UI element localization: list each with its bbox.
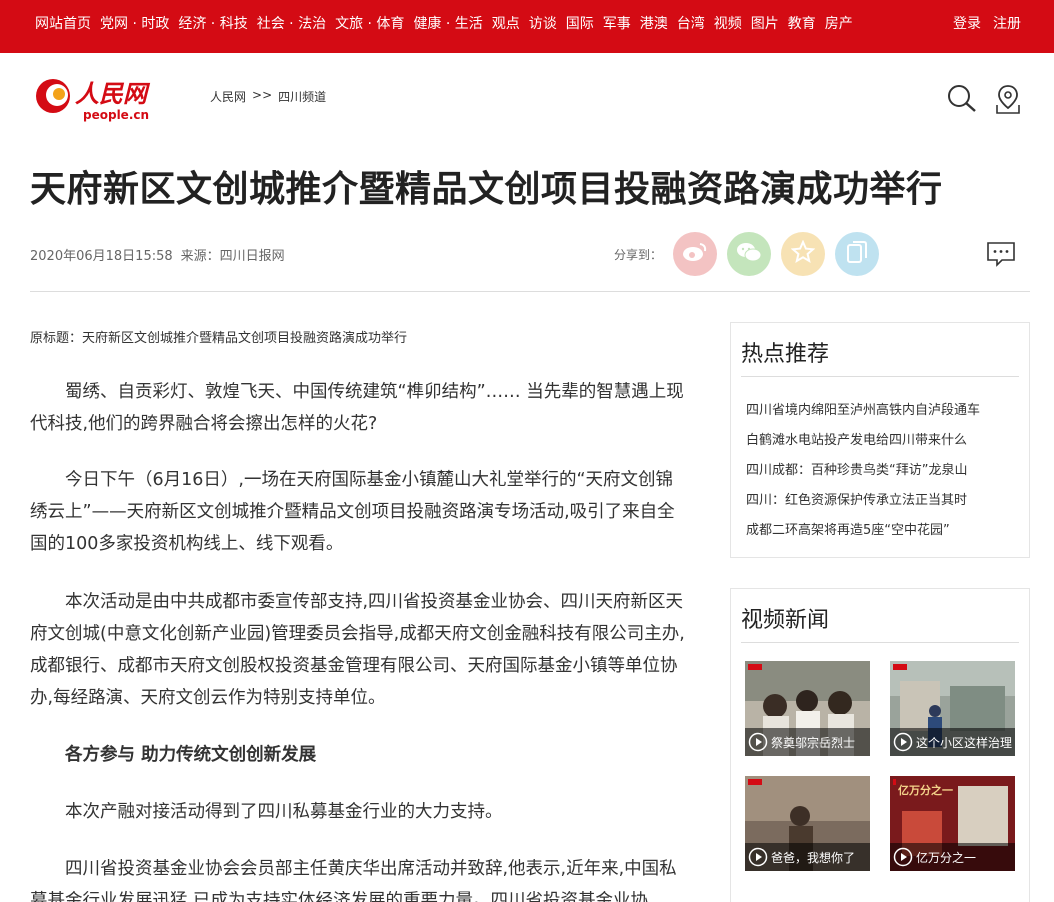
video-caption: 祭奠邬宗岳烈士 (745, 728, 870, 756)
video-title: 亿万分之一 (916, 850, 977, 865)
auth-links: 登录 注册 (953, 15, 1021, 33)
register-link[interactable]: 注册 (993, 15, 1021, 33)
video-caption: 爸爸，我想你了 (745, 843, 870, 871)
video-title: 这个小区这样治理 (916, 735, 1013, 750)
share-weibo-button[interactable] (673, 232, 717, 276)
nav-link[interactable]: 访谈 (529, 15, 557, 33)
nav-link[interactable]: 健康 · 生活 (413, 15, 482, 33)
article-paragraph: 四川省投资基金业协会会员部主任黄庆华出席活动并致辞,他表示,近年来,中国私募基金… (30, 859, 677, 902)
play-icon (893, 847, 913, 867)
video-thumbnail[interactable]: 亿万分之一 亿万分之一 (890, 776, 1015, 871)
share-favorite-button[interactable] (781, 232, 825, 276)
breadcrumb-channel[interactable]: 四川频道 (278, 88, 326, 105)
top-nav-links: 网站首页 党网 · 时政 经济 · 科技 社会 · 法治 文旅 · 体育 健康 · 生活观… (35, 15, 853, 33)
video-thumbnail[interactable]: 祭奠邬宗岳烈士 (745, 661, 870, 756)
hot-item[interactable]: 成都二环高架将再造5座“空中花园” (746, 519, 950, 538)
nav-link[interactable]: 视频 (714, 15, 742, 33)
weibo-icon (682, 241, 708, 267)
panel-divider (741, 642, 1019, 643)
people-cn-logo[interactable]: 人民网 people.cn (33, 74, 153, 122)
nav-link[interactable]: 文旅 · 体育 (335, 15, 404, 33)
nav-link[interactable]: 社会 · 法治 (257, 15, 326, 33)
play-icon (748, 732, 768, 752)
comment-icon[interactable] (986, 241, 1016, 267)
breadcrumb: 人民网 >> 四川频道 (210, 88, 326, 105)
video-news-title: 视频新闻 (741, 608, 830, 633)
article-title: 天府新区文创城推介暨精品文创项目投融资路演成功举行 (30, 169, 943, 210)
share-copy-button[interactable] (835, 232, 879, 276)
play-icon (893, 732, 913, 752)
play-icon (748, 847, 768, 867)
search-icon[interactable] (947, 83, 977, 115)
login-link[interactable]: 登录 (953, 15, 981, 33)
article-meta: 2020年06月18日15:58 来源：四川日报网 (30, 245, 285, 264)
hot-recommend-title: 热点推荐 (741, 342, 830, 367)
video-title: 爸爸，我想你了 (771, 850, 856, 865)
hot-item[interactable]: 白鹤滩水电站投产发电给四川带来什么 (746, 429, 967, 448)
article-paragraph: 蜀绣、自贡彩灯、敦煌飞天、中国传统建筑“榫卯结构”…… 当先辈的智慧遇上现代科技… (30, 382, 684, 434)
hot-item[interactable]: 四川省境内绵阳至泸州高铁内自泸段通车 (746, 399, 980, 418)
article-paragraph: 今日下午（6月16日）,一场在天府国际基金小镇麓山大礼堂举行的“天府文创锦绣云上… (30, 470, 675, 554)
breadcrumb-home[interactable]: 人民网 (210, 88, 246, 105)
star-icon (790, 239, 816, 268)
hot-item[interactable]: 四川：红色资源保护传承立法正当其时 (746, 489, 967, 508)
logo-subtext: people.cn (83, 108, 149, 122)
video-thumbnail[interactable]: 爸爸，我想你了 (745, 776, 870, 871)
video-title: 祭奠邬宗岳烈士 (771, 735, 856, 750)
nav-link[interactable]: 军事 (603, 15, 631, 33)
article-paragraph: 本次活动是由中共成都市委宣传部支持,四川省投资基金业协会、四川天府新区天府文创城… (30, 592, 685, 708)
publish-date: 2020年06月18日15:58 (30, 249, 173, 264)
video-thumbnail[interactable]: 这个小区这样治理 (890, 661, 1015, 756)
share-wechat-button[interactable] (727, 232, 771, 276)
video-thumb-text: 亿万分之一 (898, 783, 953, 797)
location-icon[interactable] (994, 83, 1024, 115)
nav-link[interactable]: 国际 (566, 15, 594, 33)
panel-divider (741, 376, 1019, 377)
nav-link[interactable]: 经济 · 科技 (178, 15, 247, 33)
share-label: 分享到： (614, 248, 663, 262)
video-caption: 这个小区这样治理 (890, 728, 1015, 756)
nav-link[interactable]: 党网 · 时政 (100, 15, 169, 33)
article-subheading: 各方参与 助力传统文创创新发展 (65, 745, 317, 765)
logo-text: 人民网 (75, 79, 151, 108)
hot-recommend-panel: 热点推荐 四川省境内绵阳至泸州高铁内自泸段通车 白鹤滩水电站投产发电给四川带来什… (730, 322, 1030, 558)
video-caption: 亿万分之一 (890, 843, 1015, 871)
nav-link[interactable]: 图片 (751, 15, 779, 33)
nav-link[interactable]: 观点 (492, 15, 520, 33)
video-news-panel: 视频新闻 祭奠邬宗岳烈士 这个小区这样治理 爸爸，我想你了 亿万分之一 亿万分之… (730, 588, 1030, 902)
nav-link[interactable]: 房产 (825, 15, 853, 33)
wechat-icon (736, 241, 762, 267)
nav-link[interactable]: 教育 (788, 15, 816, 33)
divider (30, 291, 1030, 292)
copy-icon (846, 240, 868, 268)
nav-link[interactable]: 港澳 (640, 15, 668, 33)
original-title: 原标题：天府新区文创城推介暨精品文创项目投融资路演成功举行 (30, 331, 408, 346)
nav-link[interactable]: 网站首页 (35, 15, 91, 33)
nav-link[interactable]: 台湾 (677, 15, 705, 33)
article-source[interactable]: 来源：四川日报网 (181, 245, 285, 264)
top-nav-bar: 网站首页 党网 · 时政 经济 · 科技 社会 · 法治 文旅 · 体育 健康 · 生活观… (0, 0, 1054, 53)
breadcrumb-separator: >> (252, 88, 273, 102)
hot-item[interactable]: 四川成都：百种珍贵鸟类“拜访”龙泉山 (746, 459, 967, 478)
article-paragraph: 本次产融对接活动得到了四川私募基金行业的大力支持。 (65, 802, 503, 822)
